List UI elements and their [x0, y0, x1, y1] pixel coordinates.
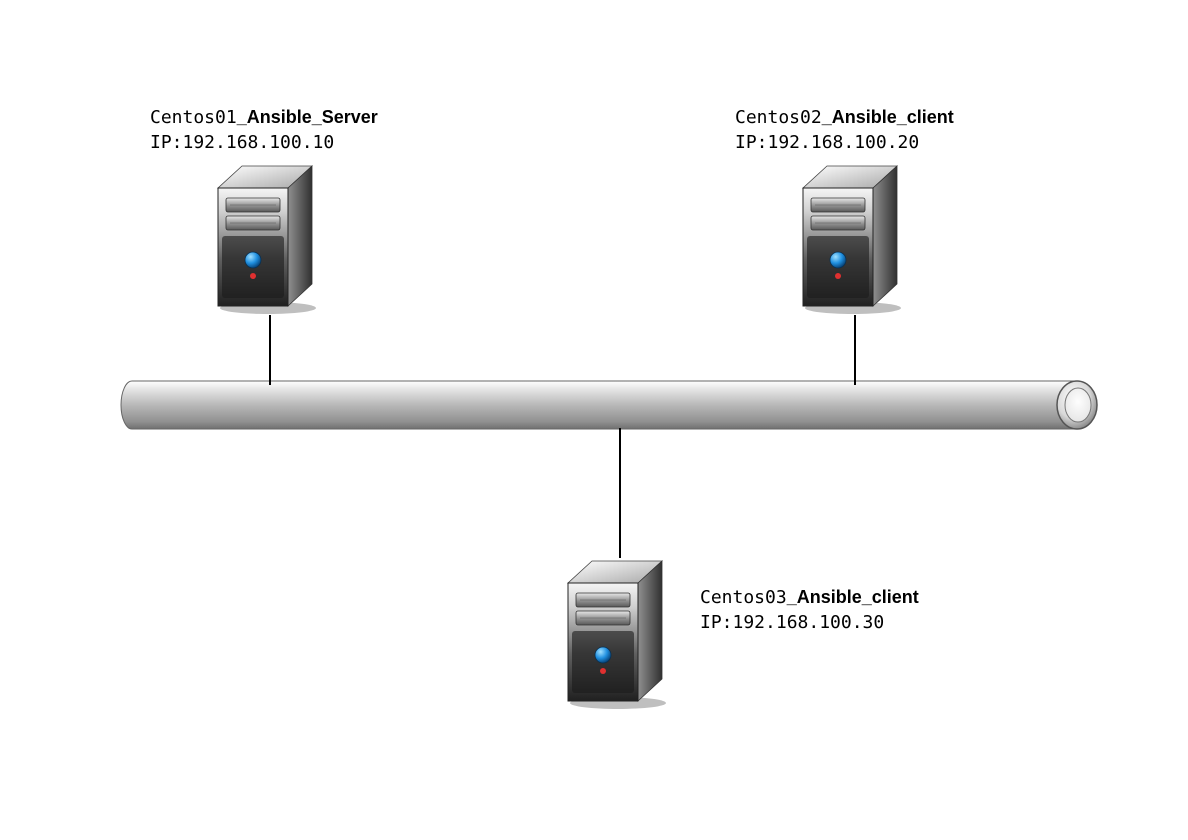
connector-line [619, 428, 621, 558]
server-icon [200, 160, 330, 315]
connector-line [854, 315, 856, 385]
node-role: _Ansible_client [822, 107, 954, 127]
network-diagram: Centos01_Ansible_Server IP:192.168.100.1… [0, 0, 1188, 840]
node-role: _Ansible_client [787, 587, 919, 607]
node-hostname: Centos01 [150, 107, 237, 128]
network-bus-icon [120, 380, 1100, 430]
node-ip: IP:192.168.100.30 [700, 610, 919, 635]
connector-line [269, 315, 271, 385]
node-label-1: Centos01_Ansible_Server IP:192.168.100.1… [150, 105, 378, 155]
node-ip: IP:192.168.100.20 [735, 130, 954, 155]
node-label-3: Centos03_Ansible_client IP:192.168.100.3… [700, 585, 919, 635]
server-icon [785, 160, 915, 315]
node-hostname: Centos02 [735, 107, 822, 128]
node-hostname: Centos03 [700, 587, 787, 608]
node-role: _Ansible_Server [237, 107, 378, 127]
node-ip: IP:192.168.100.10 [150, 130, 378, 155]
server-icon [550, 555, 680, 710]
node-label-2: Centos02_Ansible_client IP:192.168.100.2… [735, 105, 954, 155]
